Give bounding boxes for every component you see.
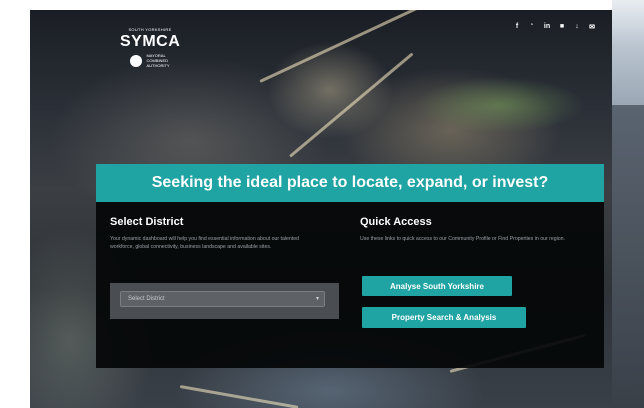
analyse-south-yorkshire-button[interactable]: Analyse South Yorkshire	[362, 276, 512, 296]
symca-logo[interactable]: SOUTH YORKSHIRE SYMCA MAYORAL COMBINED A…	[120, 27, 180, 68]
property-search-button[interactable]: Property Search & Analysis	[362, 307, 526, 328]
district-select-container: Select District ▾	[110, 283, 339, 319]
district-select-value: Select District	[128, 296, 165, 302]
road-light	[289, 52, 414, 158]
hero-background: SOUTH YORKSHIRE SYMCA MAYORAL COMBINED A…	[30, 10, 614, 408]
select-district-section: Select District Your dynamic dashboard w…	[110, 216, 320, 251]
social-links: f ‘ in ■ ↓ ✉	[513, 23, 596, 31]
district-select[interactable]: Select District ▾	[120, 291, 325, 307]
rose-icon	[130, 54, 143, 67]
flickr-icon[interactable]: ■	[558, 23, 566, 31]
linkedin-icon[interactable]: in	[543, 23, 551, 31]
road-light	[259, 10, 424, 83]
search-panel: Seeking the ideal place to locate, expan…	[96, 164, 604, 368]
road-light	[179, 385, 299, 408]
mail-icon[interactable]: ✉	[588, 23, 596, 31]
quick-access-section: Quick Access Use these links to quick ac…	[360, 216, 592, 243]
select-district-heading: Select District	[110, 216, 184, 228]
quick-access-description: Use these links to quick access to our C…	[360, 236, 565, 242]
select-district-description: Your dynamic dashboard will help you fin…	[110, 236, 299, 250]
background-photo-edge	[612, 105, 644, 408]
logo-top-text: SOUTH YORKSHIRE	[128, 27, 172, 32]
quick-access-heading: Quick Access	[360, 216, 432, 228]
chevron-down-icon: ▾	[315, 296, 319, 302]
logo-authority-line: AUTHORITY	[146, 63, 170, 68]
hero-title: Seeking the ideal place to locate, expan…	[96, 164, 604, 202]
twitter-icon[interactable]: ‘	[528, 23, 536, 31]
logo-name: SYMCA	[120, 33, 181, 50]
background-photo-edge	[612, 0, 644, 105]
facebook-icon[interactable]: f	[513, 23, 521, 31]
download-icon[interactable]: ↓	[573, 23, 581, 31]
